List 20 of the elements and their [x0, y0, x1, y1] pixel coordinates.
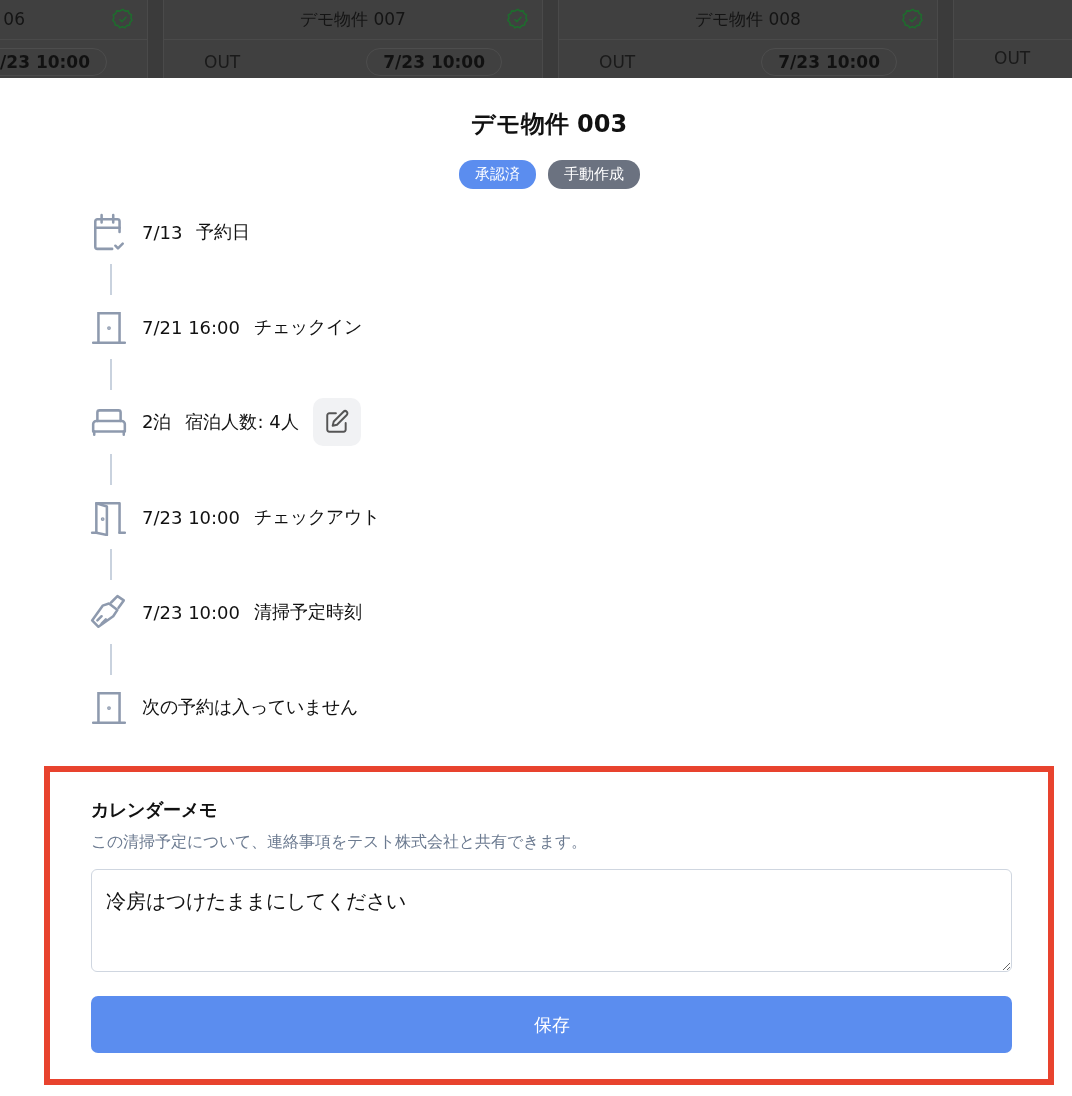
- status-badge: 承認済: [458, 160, 536, 189]
- event-time: 7/23 10:00: [142, 506, 240, 528]
- brush-icon: [90, 593, 128, 631]
- event-label: 次の予約は入っていません: [142, 695, 358, 719]
- property-title: デモ物件 003: [469, 109, 629, 140]
- event-time: 2泊: [142, 410, 172, 434]
- edit-icon: [323, 409, 350, 435]
- memo-description: この清掃予定について、連絡事項をテスト株式会社と共有できます。: [91, 832, 588, 853]
- event-label: チェックイン: [254, 315, 362, 339]
- event-time: 7/13: [142, 221, 183, 243]
- memo-field[interactable]: 冷房はつけたままにしてください: [91, 869, 1012, 972]
- memo-label: カレンダーメモ: [91, 798, 218, 822]
- event-label: 予約日: [196, 220, 251, 244]
- event-label: 清掃予定時刻: [254, 600, 362, 624]
- event-label: 宿泊人数: 4人: [185, 410, 299, 434]
- event-time: 7/21 16:00: [142, 316, 240, 338]
- event-label: チェックアウト: [254, 505, 380, 529]
- status-badge: 手動作成: [547, 160, 640, 189]
- event-time: 7/23 10:00: [142, 601, 240, 623]
- edit-button[interactable]: [312, 398, 361, 446]
